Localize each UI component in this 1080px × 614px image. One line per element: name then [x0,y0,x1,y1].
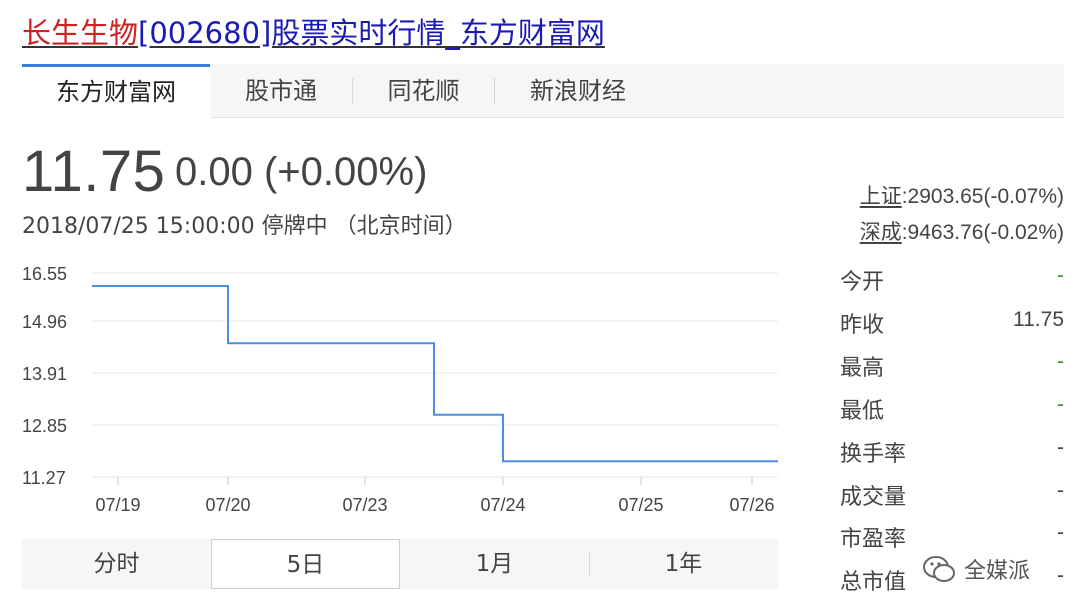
stat-label-prev-close: 昨收 [840,313,885,338]
stat-label-pe-ratio: 市盈率 [840,527,907,552]
watermark-text: 全媒派 [964,559,1031,584]
chart-y-tick-label: 12.85 [22,416,67,436]
tab-tonghuashun[interactable]: 同花顺 [353,64,494,118]
stat-value-turnover: - [1057,436,1064,459]
price-change: 0.00 (+0.00%) [175,150,428,194]
chart-y-tick-label: 11.27 [22,468,66,488]
stat-value-prev-close: 11.75 [1013,308,1064,331]
title-code-and-site: [002680]股票实时行情_东方财富网 [138,16,605,50]
stat-value-volume: - [1057,479,1064,502]
stat-value-open: - [1057,264,1064,287]
stat-value-low: - [1057,393,1064,416]
stat-label-volume: 成交量 [840,485,907,510]
index-shanghai-value: :2903.65(-0.07%) [901,185,1064,208]
range-button-intraday[interactable]: 分时 [22,539,211,589]
stat-value-market-cap: - [1057,564,1064,587]
index-shenzhen: 深成:9463.76(-0.02%) [860,216,1064,246]
price-chart[interactable]: 16.55 14.96 13.91 12.85 11.27 07/19 07/20 07/23… [0,255,790,525]
wechat-icon [923,556,955,582]
chart-x-tick-label: 07/26 [729,495,774,515]
chart-y-tick-label: 14.96 [22,312,67,332]
source-tabbar: 东方财富网 股市通 同花顺 新浪财经 [22,64,1064,119]
stock-name: 长生生物 [22,16,139,50]
chart-x-tick-label: 07/25 [618,495,663,515]
range-button-1-month[interactable]: 1月 [400,539,589,589]
range-selector: 分时 5日 1月 1年 [22,539,778,589]
current-price: 11.75 [22,139,166,204]
tab-eastmoney[interactable]: 东方财富网 [22,64,210,119]
chart-y-tick-label: 13.91 [22,364,67,384]
price-series-line [92,285,778,463]
stat-label-low: 最低 [840,399,885,424]
chart-x-tick-label: 07/23 [342,495,387,515]
chart-x-tick-label: 07/19 [95,495,140,515]
range-button-5-day[interactable]: 5日 [211,539,400,589]
range-button-1-year[interactable]: 1年 [589,539,778,589]
index-shenzhen-link[interactable]: 深成 [860,220,902,244]
chart-x-tick-label: 07/20 [205,495,250,515]
tab-sina-finance[interactable]: 新浪财经 [495,64,661,118]
stat-label-turnover: 换手率 [840,442,907,467]
chart-x-tick-label: 07/24 [480,495,525,515]
index-shenzhen-value: :9463.76(-0.02%) [901,221,1064,244]
quote-timestamp: 2018/07/25 15:00:00 停牌中 （北京时间） [22,214,467,239]
stat-label-high: 最高 [840,356,885,381]
stat-value-high: - [1057,350,1064,373]
index-shanghai-link[interactable]: 上证 [860,184,902,208]
index-shanghai: 上证:2903.65(-0.07%) [860,180,1064,210]
chart-y-tick-label: 16.55 [22,264,67,284]
tab-gushitong[interactable]: 股市通 [210,64,352,118]
watermark: 全媒派 [920,550,1030,588]
stat-label-market-cap: 总市值 [840,570,907,595]
stat-value-pe-ratio: - [1057,521,1064,544]
stat-label-open: 今开 [840,270,885,295]
page-title-link[interactable]: 长生生物[002680]股票实时行情_东方财富网 [22,10,605,52]
